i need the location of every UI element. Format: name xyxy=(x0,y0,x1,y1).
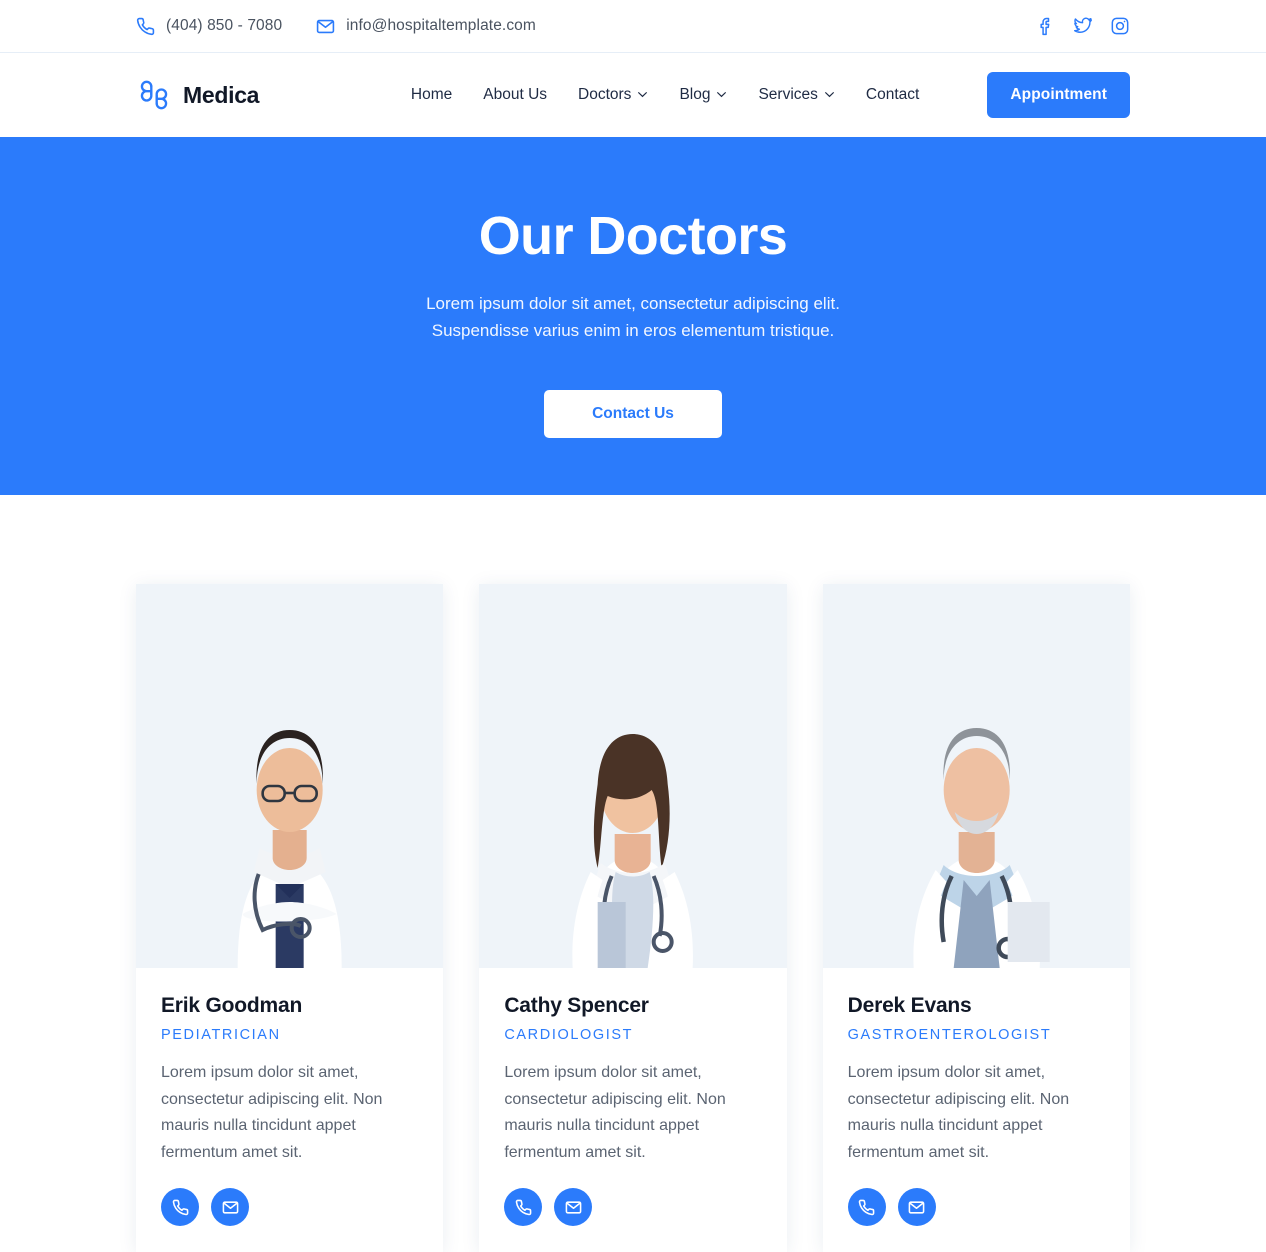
contact-us-button[interactable]: Contact Us xyxy=(544,389,722,438)
doctor-photo xyxy=(822,584,1130,968)
doctor-card[interactable]: Cathy Spencer CARDIOLOGIST Lorem ipsum d… xyxy=(479,584,787,1252)
topbar-phone-link[interactable]: (404) 850 - 7080 xyxy=(136,17,282,36)
doctor-info: Derek Evans GASTROENTEROLOGIST Lorem ips… xyxy=(823,968,1130,1252)
nav-item-services[interactable]: Services xyxy=(758,86,834,104)
social-links xyxy=(1036,16,1130,36)
phone-icon xyxy=(858,1199,875,1216)
top-contact-bar: (404) 850 - 7080 info@hospitaltemplate.c… xyxy=(0,0,1266,53)
nav-label: Doctors xyxy=(578,86,632,103)
doctor-card[interactable]: Derek Evans GASTROENTEROLOGIST Lorem ips… xyxy=(822,584,1130,1252)
doctor-card-actions xyxy=(847,1188,1105,1252)
doctor-specialty: GASTROENTEROLOGIST xyxy=(847,1027,1052,1043)
chevron-down-icon xyxy=(716,91,727,99)
doctor-name: Derek Evans xyxy=(847,994,972,1017)
doctor-description: Lorem ipsum dolor sit amet, consectetur … xyxy=(504,1064,726,1161)
doctor-call-button[interactable] xyxy=(847,1188,886,1226)
doctor-description: Lorem ipsum dolor sit amet, consectetur … xyxy=(847,1064,1070,1161)
brand-logo-link[interactable]: Medica xyxy=(136,77,259,113)
doctor-name: Erik Goodman xyxy=(161,994,303,1017)
envelope-icon xyxy=(316,17,335,36)
doctor-photo xyxy=(479,584,787,968)
nav-label: About Us xyxy=(483,86,548,103)
doctor-specialty: CARDIOLOGIST xyxy=(504,1027,634,1043)
chevron-down-icon xyxy=(637,91,648,99)
hero-subtitle-line-2: Suspendisse varius enim in eros elementu… xyxy=(431,320,835,340)
nav-item-about-us[interactable]: About Us xyxy=(483,86,547,104)
instagram-icon[interactable] xyxy=(1110,16,1130,36)
doctor-photo xyxy=(136,584,444,968)
page-root: (404) 850 - 7080 info@hospitaltemplate.c… xyxy=(0,0,1266,1252)
doctor-info: Cathy Spencer CARDIOLOGIST Lorem ipsum d… xyxy=(479,968,786,1252)
chevron-down-icon xyxy=(824,91,835,99)
nav-item-doctors[interactable]: Doctors xyxy=(578,86,648,104)
site-header: Medica Home About Us Doctors Blog Servic… xyxy=(0,53,1266,137)
doctor-call-button[interactable] xyxy=(504,1188,543,1226)
doctor-info: Erik Goodman PEDIATRICIAN Lorem ipsum do… xyxy=(136,968,443,1252)
topbar-phone-text: (404) 850 - 7080 xyxy=(166,17,283,34)
facebook-icon[interactable] xyxy=(1036,16,1056,36)
envelope-icon xyxy=(222,1199,239,1216)
hero-subtitle: Lorem ipsum dolor sit amet, consectetur … xyxy=(0,290,1266,344)
envelope-icon xyxy=(565,1199,582,1216)
topbar-email-link[interactable]: info@hospitaltemplate.com xyxy=(316,17,536,36)
doctor-card-actions xyxy=(504,1188,761,1252)
medica-cross-logo-icon xyxy=(136,77,172,113)
phone-icon xyxy=(136,17,155,36)
doctor-name: Cathy Spencer xyxy=(504,994,649,1017)
doctor-specialty: PEDIATRICIAN xyxy=(161,1027,281,1043)
doctor-email-button[interactable] xyxy=(211,1188,249,1226)
doctor-card[interactable]: Erik Goodman PEDIATRICIAN Lorem ipsum do… xyxy=(136,584,444,1252)
phone-icon xyxy=(172,1199,189,1216)
twitter-icon[interactable] xyxy=(1073,16,1093,36)
hero-subtitle-line-1: Lorem ipsum dolor sit amet, consectetur … xyxy=(426,293,840,313)
doctor-email-button[interactable] xyxy=(897,1188,936,1226)
nav-item-home[interactable]: Home xyxy=(411,86,452,104)
phone-icon xyxy=(515,1199,532,1216)
brand-name: Medica xyxy=(183,81,260,108)
nav-label: Home xyxy=(410,86,453,103)
hero-banner: Our Doctors Lorem ipsum dolor sit amet, … xyxy=(0,137,1266,495)
nav-item-contact[interactable]: Contact xyxy=(866,86,919,104)
nav-item-blog[interactable]: Blog xyxy=(679,86,727,104)
nav-label: Blog xyxy=(679,86,711,103)
doctor-email-button[interactable] xyxy=(554,1188,593,1226)
appointment-button[interactable]: Appointment xyxy=(987,72,1130,118)
doctor-description: Lorem ipsum dolor sit amet, consectetur … xyxy=(161,1064,383,1161)
nav-label: Services xyxy=(758,86,818,103)
doctor-card-actions xyxy=(161,1188,418,1252)
topbar-contact-group: (404) 850 - 7080 info@hospitaltemplate.c… xyxy=(136,17,536,36)
doctors-section: Erik Goodman PEDIATRICIAN Lorem ipsum do… xyxy=(0,495,1266,1252)
nav-label: Contact xyxy=(865,86,920,103)
topbar-email-text: info@hospitaltemplate.com xyxy=(346,17,536,34)
main-navigation: Home About Us Doctors Blog Services Cont… xyxy=(411,72,1130,118)
doctors-grid: Erik Goodman PEDIATRICIAN Lorem ipsum do… xyxy=(136,584,1130,1252)
doctor-call-button[interactable] xyxy=(161,1188,199,1226)
envelope-icon xyxy=(908,1199,925,1216)
page-title: Our Doctors xyxy=(478,206,788,266)
